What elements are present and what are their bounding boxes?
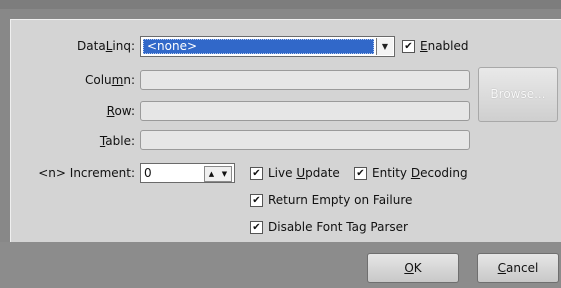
- enabled-label: Enabled: [420, 39, 469, 53]
- column-label: Column:: [84, 73, 135, 87]
- dataling-selected-value: <none>: [143, 39, 374, 54]
- increment-spinner[interactable]: 0 ▲ ▼: [140, 163, 235, 183]
- row-label: Row:: [106, 104, 135, 118]
- row-field[interactable]: [140, 101, 470, 121]
- increment-label: <n> Increment:: [38, 166, 135, 180]
- live-update-checkbox[interactable]: ✔ Live Update: [250, 166, 340, 180]
- check-icon: ✔: [250, 220, 263, 234]
- increment-value[interactable]: 0: [144, 166, 152, 180]
- check-icon: ✔: [354, 166, 367, 180]
- dataling-label: DataLinq:: [77, 39, 135, 53]
- spin-buttons[interactable]: ▲ ▼: [204, 166, 232, 182]
- disable-font-tag-checkbox[interactable]: ✔ Disable Font Tag Parser: [250, 220, 408, 234]
- check-icon: ✔: [402, 39, 415, 53]
- return-empty-checkbox[interactable]: ✔ Return Empty on Failure: [250, 193, 412, 207]
- cancel-button[interactable]: Cancel: [477, 253, 559, 283]
- entity-decoding-checkbox[interactable]: ✔ Entity Decoding: [354, 166, 468, 180]
- live-update-label: Live Update: [268, 166, 340, 180]
- ok-button[interactable]: OK: [367, 253, 459, 283]
- dataling-combobox[interactable]: <none> ▼: [140, 36, 395, 57]
- browse-button[interactable]: Browse...: [478, 67, 558, 122]
- table-label: Table:: [99, 134, 135, 148]
- triangle-down-icon[interactable]: ▼: [222, 165, 227, 183]
- enabled-checkbox[interactable]: ✔ Enabled: [402, 39, 469, 53]
- disable-font-tag-label: Disable Font Tag Parser: [268, 220, 408, 234]
- entity-decoding-label: Entity Decoding: [372, 166, 468, 180]
- table-field[interactable]: [140, 130, 470, 150]
- chevron-down-icon[interactable]: ▼: [376, 38, 393, 55]
- triangle-up-icon[interactable]: ▲: [209, 165, 214, 183]
- check-icon: ✔: [250, 193, 263, 207]
- column-field[interactable]: [140, 70, 470, 90]
- return-empty-label: Return Empty on Failure: [268, 193, 413, 207]
- check-icon: ✔: [250, 166, 263, 180]
- window-top-strip: [0, 0, 561, 9]
